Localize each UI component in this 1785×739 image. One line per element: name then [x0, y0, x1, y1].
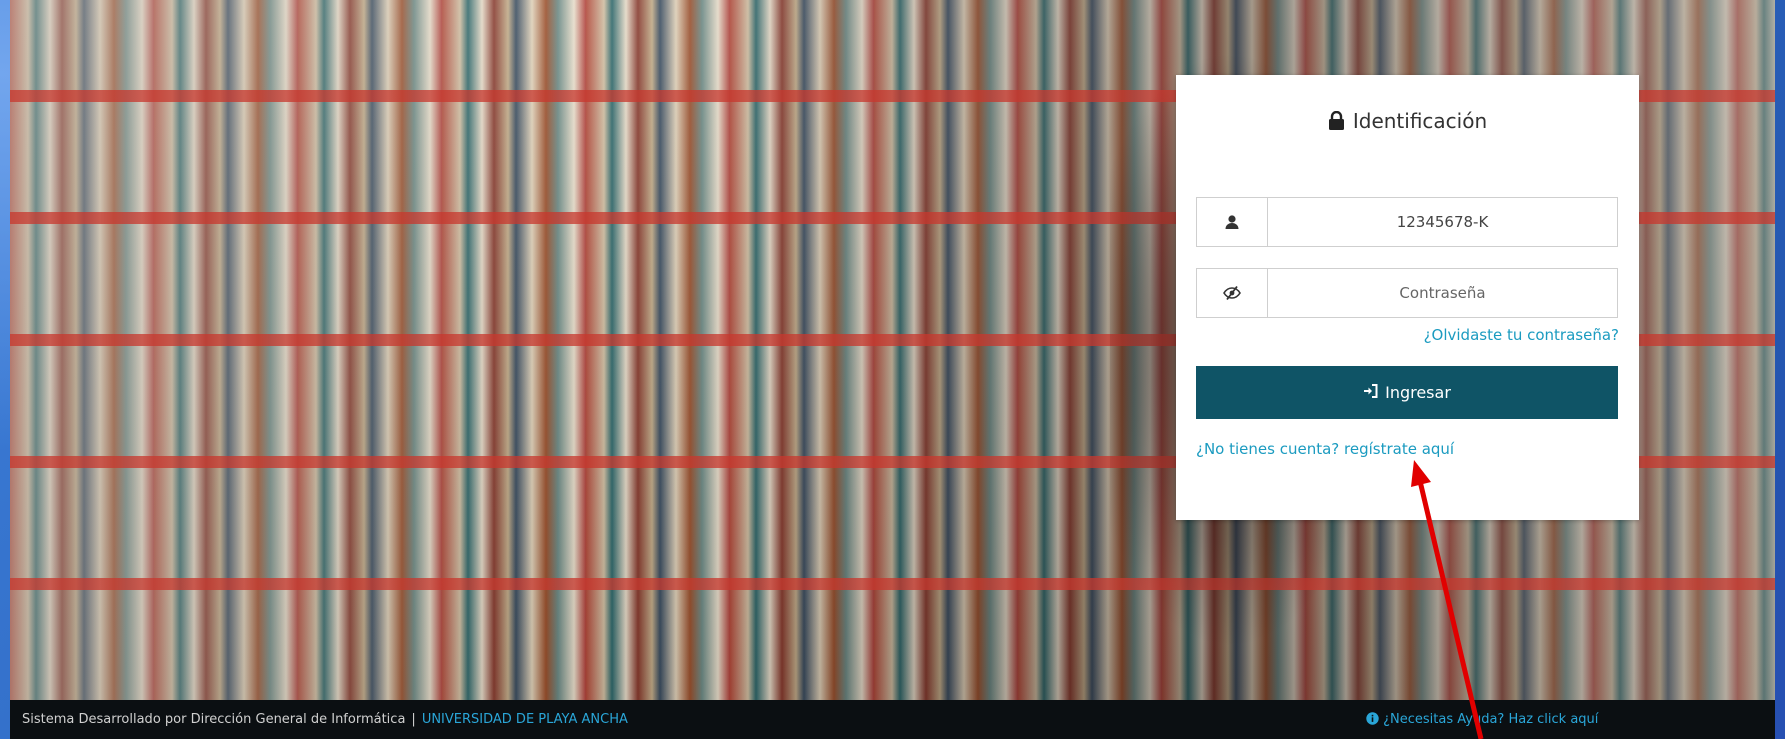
help-link-label: ¿Necesitas Ayuda? Haz click aquí: [1383, 712, 1599, 727]
password-input-group: [1196, 268, 1618, 318]
username-field[interactable]: [1268, 198, 1617, 246]
footer-credits: Sistema Desarrollado por Dirección Gener…: [22, 712, 628, 727]
university-link[interactable]: UNIVERSIDAD DE PLAYA ANCHA: [422, 712, 628, 727]
sign-in-icon: [1363, 383, 1379, 403]
password-field[interactable]: [1268, 269, 1617, 317]
developed-by-text: Sistema Desarrollado por Dirección Gener…: [22, 712, 406, 727]
forgot-password-link[interactable]: ¿Olvidaste tu contraseña?: [1424, 326, 1619, 344]
login-title: Identificación: [1352, 109, 1488, 133]
login-button[interactable]: Ingresar: [1196, 366, 1618, 419]
login-card: Identificación ¿Olvidaste tu contraseña?: [1176, 75, 1639, 520]
help-link[interactable]: ¿Necesitas Ayuda? Haz click aquí: [1366, 712, 1598, 727]
eye-slash-icon[interactable]: [1197, 269, 1268, 317]
login-button-label: Ingresar: [1385, 383, 1451, 402]
footer-separator: |: [411, 712, 416, 727]
register-link[interactable]: ¿No tienes cuenta? regístrate aquí: [1196, 440, 1454, 458]
info-circle-icon: [1366, 712, 1383, 727]
username-input-group: [1196, 197, 1618, 247]
user-icon: [1197, 198, 1268, 246]
footer-bar: Sistema Desarrollado por Dirección Gener…: [10, 700, 1775, 739]
lock-icon: [1328, 110, 1345, 135]
login-title-row: Identificación: [1176, 109, 1639, 135]
